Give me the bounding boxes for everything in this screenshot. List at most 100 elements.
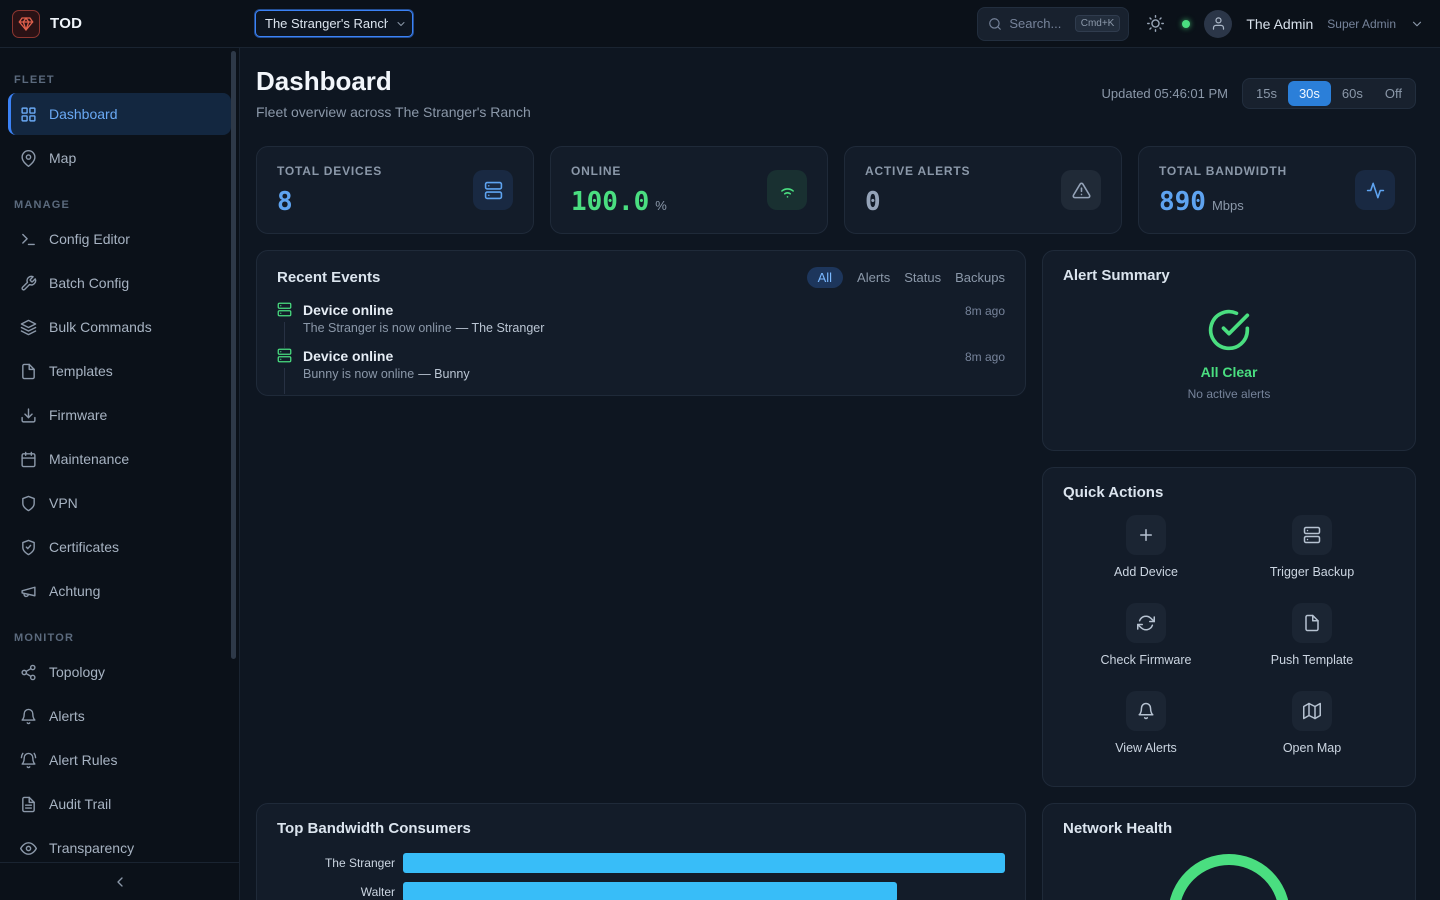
search-input[interactable]: Search... Cmd+K	[977, 7, 1129, 41]
refresh-15s-button[interactable]: 15s	[1245, 81, 1288, 106]
server-icon	[277, 302, 293, 335]
shield-icon	[20, 495, 37, 512]
event-title: Device online	[303, 348, 393, 364]
shield-check-icon	[20, 539, 37, 556]
event-time: 8m ago	[965, 350, 1005, 364]
sidebar-item-label: Dashboard	[49, 106, 118, 122]
quick-action-label: View Alerts	[1115, 741, 1177, 755]
sidebar-item-label: Transparency	[49, 840, 134, 856]
sidebar-item-label: Audit Trail	[49, 796, 111, 812]
event-time: 8m ago	[965, 304, 1005, 318]
event-row[interactable]: Device online 8m ago Bunny is now online…	[277, 348, 1005, 381]
sidebar-item-alerts[interactable]: Alerts	[8, 695, 231, 737]
top-bandwidth-title: Top Bandwidth Consumers	[277, 820, 1005, 837]
event-title: Device online	[303, 302, 393, 318]
sidebar-item-label: VPN	[49, 495, 78, 511]
sidebar-item-config-editor[interactable]: Config Editor	[8, 218, 231, 260]
alert-summary-detail: No active alerts	[1188, 387, 1271, 401]
sidebar-item-templates[interactable]: Templates	[8, 350, 231, 392]
sidebar-item-dashboard[interactable]: Dashboard	[8, 93, 231, 135]
search-placeholder: Search...	[1009, 16, 1067, 31]
quick-action-label: Check Firmware	[1101, 653, 1192, 667]
network-health-card: Network Health	[1042, 803, 1416, 900]
alert-summary-card: Alert Summary All Clear No active alerts	[1042, 250, 1416, 451]
network-icon	[20, 664, 37, 681]
user-menu-chevron-down-icon[interactable]	[1410, 17, 1424, 31]
user-icon	[1211, 16, 1226, 31]
refresh-icon	[1126, 603, 1166, 643]
site-selector-wrap: The Stranger's Ranch	[255, 10, 413, 37]
user-role: Super Admin	[1327, 17, 1396, 31]
page-header: Dashboard Fleet overview across The Stra…	[256, 66, 1416, 120]
sidebar-item-vpn[interactable]: VPN	[8, 482, 231, 524]
open-map-button[interactable]: Open Map	[1229, 691, 1395, 755]
sidebar-section-manage: MANAGE	[14, 199, 225, 211]
filter-backups[interactable]: Backups	[955, 270, 1005, 285]
stat-unit: %	[655, 198, 667, 213]
event-filters: All Alerts Status Backups	[807, 267, 1005, 288]
sidebar-section-fleet: FLEET	[14, 74, 225, 86]
sidebar-item-bulk-commands[interactable]: Bulk Commands	[8, 306, 231, 348]
sidebar-item-certificates[interactable]: Certificates	[8, 526, 231, 568]
sidebar-scrollbar[interactable]	[231, 51, 236, 659]
user-name: The Admin	[1246, 16, 1313, 32]
sidebar-item-batch-config[interactable]: Batch Config	[8, 262, 231, 304]
filter-status[interactable]: Status	[904, 270, 941, 285]
quick-actions-card: Quick Actions Add Device Trigger Backup	[1042, 467, 1416, 787]
push-template-button[interactable]: Push Template	[1229, 603, 1395, 667]
event-device: — The Stranger	[456, 321, 545, 335]
network-health-gauge	[1168, 854, 1290, 900]
file-text-icon	[20, 796, 37, 813]
refresh-30s-button[interactable]: 30s	[1288, 81, 1331, 106]
sidebar-item-maintenance[interactable]: Maintenance	[8, 438, 231, 480]
stat-value: 8	[277, 187, 293, 217]
stat-online: ONLINE 100.0 %	[550, 146, 828, 234]
stat-unit: Mbps	[1212, 198, 1244, 213]
refresh-60s-button[interactable]: 60s	[1331, 81, 1374, 106]
server-icon	[473, 170, 513, 210]
bandwidth-chart: The Stranger Walter	[277, 853, 1005, 900]
sidebar-item-audit-trail[interactable]: Audit Trail	[8, 783, 231, 825]
stat-value: 890	[1159, 187, 1206, 217]
site-selector[interactable]: The Stranger's Ranch	[255, 10, 413, 37]
sidebar-item-firmware[interactable]: Firmware	[8, 394, 231, 436]
collapse-sidebar-button[interactable]	[0, 862, 239, 900]
dashboard-grid-icon	[20, 106, 37, 123]
bell-icon	[20, 708, 37, 725]
quick-action-label: Trigger Backup	[1270, 565, 1354, 579]
filter-alerts[interactable]: Alerts	[857, 270, 890, 285]
alert-summary-title: Alert Summary	[1063, 267, 1395, 284]
updated-timestamp: Updated 05:46:01 PM	[1102, 86, 1228, 101]
event-row[interactable]: Device online 8m ago The Stranger is now…	[277, 302, 1005, 335]
wrench-icon	[20, 275, 37, 292]
activity-icon	[1355, 170, 1395, 210]
bar-walter	[403, 882, 897, 900]
top-bandwidth-card: Top Bandwidth Consumers The Stranger Wal…	[256, 803, 1026, 900]
bell-icon	[1126, 691, 1166, 731]
add-device-button[interactable]: Add Device	[1063, 515, 1229, 579]
map-pin-icon	[20, 150, 37, 167]
sun-icon	[1147, 15, 1164, 32]
filter-all[interactable]: All	[807, 267, 843, 288]
page-subtitle: Fleet overview across The Stranger's Ran…	[256, 104, 531, 120]
check-circle-icon	[1207, 308, 1251, 352]
sidebar-item-alert-rules[interactable]: Alert Rules	[8, 739, 231, 781]
quick-action-label: Open Map	[1283, 741, 1341, 755]
sidebar-item-map[interactable]: Map	[8, 137, 231, 179]
view-alerts-button[interactable]: View Alerts	[1063, 691, 1229, 755]
theme-toggle-button[interactable]	[1143, 11, 1168, 36]
sidebar-item-topology[interactable]: Topology	[8, 651, 231, 693]
search-shortcut-badge: Cmd+K	[1075, 15, 1121, 32]
avatar[interactable]	[1204, 10, 1232, 38]
sidebar: FLEET Dashboard Map MANAGE Config Editor…	[0, 48, 240, 900]
sidebar-item-label: Achtung	[49, 583, 100, 599]
sidebar-item-label: Templates	[49, 363, 113, 379]
stat-label: ONLINE	[571, 164, 667, 178]
trigger-backup-button[interactable]: Trigger Backup	[1229, 515, 1395, 579]
alert-summary-status: All Clear	[1201, 364, 1258, 380]
page-title: Dashboard	[256, 66, 531, 97]
check-firmware-button[interactable]: Check Firmware	[1063, 603, 1229, 667]
sidebar-item-achtung[interactable]: Achtung	[8, 570, 231, 612]
refresh-off-button[interactable]: Off	[1374, 81, 1413, 106]
quick-action-label: Push Template	[1271, 653, 1353, 667]
